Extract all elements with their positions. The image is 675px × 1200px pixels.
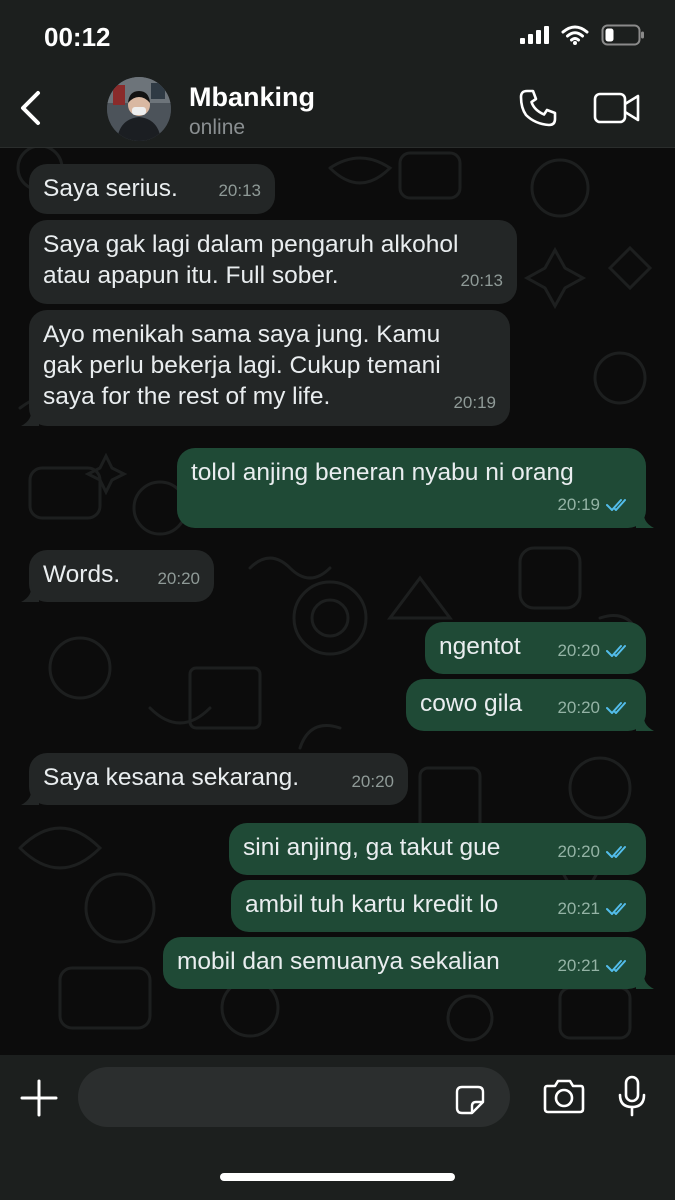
- sticker-button[interactable]: [455, 1085, 485, 1115]
- contact-status: online: [189, 116, 246, 139]
- message-bubble-incoming[interactable]: Ayo menikah sama saya jung. Kamu gak per…: [21, 310, 510, 426]
- double-check-icon: [606, 902, 626, 915]
- bubble-tail: [21, 584, 39, 602]
- message-meta: 20:19: [557, 489, 632, 520]
- status-time: 00:12: [44, 22, 111, 52]
- message-meta: 20:19: [453, 387, 496, 418]
- bubble-tail: [21, 408, 39, 426]
- message-meta: 20:13: [218, 175, 261, 206]
- message-time: 20:13: [460, 271, 503, 290]
- input-bar: [0, 1055, 675, 1200]
- message-meta: 20:13: [460, 265, 503, 296]
- message-input[interactable]: [78, 1067, 510, 1127]
- double-check-icon: [606, 498, 626, 511]
- plus-icon: [20, 1079, 58, 1117]
- chat-header: Mbanking online: [0, 70, 675, 148]
- message-time: 20:20: [157, 569, 200, 588]
- phone-icon: [519, 89, 557, 127]
- message-text: tolol anjing beneran nyabu ni orang: [191, 459, 574, 486]
- video-call-button[interactable]: [593, 90, 641, 126]
- home-indicator[interactable]: [220, 1173, 455, 1181]
- message-time: 20:20: [557, 641, 600, 660]
- message-text: Saya gak lagi dalam pengaruh alkohol ata…: [43, 231, 459, 289]
- status-bar: 00:12: [0, 0, 675, 70]
- double-check-icon: [606, 845, 626, 858]
- message-bubble-outgoing[interactable]: ngentot 20:20: [425, 622, 646, 674]
- message-meta: 20:20: [557, 692, 632, 723]
- message-meta: 20:20: [351, 766, 394, 797]
- message-bubble-incoming[interactable]: Saya serius. 20:13: [29, 164, 275, 214]
- battery-icon: [601, 24, 644, 46]
- back-button[interactable]: [12, 86, 48, 130]
- message-meta: 20:21: [557, 950, 632, 981]
- sticker-icon: [455, 1085, 485, 1115]
- wifi-icon: [561, 25, 589, 45]
- voice-call-button[interactable]: [518, 88, 558, 128]
- chat-area[interactable]: Saya serius. 20:13 Saya gak lagi dalam p…: [0, 148, 675, 1055]
- message-time: 20:19: [557, 495, 600, 514]
- avatar-photo: [107, 77, 171, 141]
- attach-button[interactable]: [20, 1079, 58, 1117]
- message-meta: 20:21: [557, 893, 632, 924]
- message-meta: 20:20: [157, 563, 200, 594]
- camera-button[interactable]: [543, 1077, 585, 1115]
- contact-name[interactable]: Mbanking: [189, 82, 315, 113]
- message-bubble-incoming[interactable]: Saya gak lagi dalam pengaruh alkohol ata…: [29, 220, 517, 304]
- message-time: 20:20: [351, 772, 394, 791]
- message-bubble-outgoing[interactable]: ambil tuh kartu kredit lo 20:21: [231, 880, 646, 932]
- bubble-tail: [636, 971, 654, 989]
- message-time: 20:21: [557, 899, 600, 918]
- bubble-tail: [636, 713, 654, 731]
- video-camera-icon: [593, 92, 640, 124]
- double-check-icon: [606, 959, 626, 972]
- message-bubble-outgoing[interactable]: sini anjing, ga takut gue 20:20: [229, 823, 646, 875]
- bubble-tail: [21, 787, 39, 805]
- message-time: 20:20: [557, 698, 600, 717]
- message-time: 20:21: [557, 956, 600, 975]
- message-time: 20:19: [453, 393, 496, 412]
- status-icons: [520, 24, 645, 46]
- microphone-icon: [618, 1075, 646, 1117]
- message-text: Saya kesana sekarang.: [43, 764, 300, 791]
- double-check-icon: [606, 701, 626, 714]
- message-bubble-incoming[interactable]: Words. 20:20: [21, 550, 214, 602]
- avatar[interactable]: [107, 77, 171, 141]
- message-meta: 20:20: [557, 635, 632, 666]
- message-bubble-outgoing[interactable]: mobil dan semuanya sekalian 20:21: [163, 937, 654, 989]
- camera-icon: [543, 1079, 585, 1114]
- chevron-left-icon: [21, 91, 40, 125]
- signal-icon: [520, 26, 549, 44]
- message-bubble-outgoing[interactable]: tolol anjing beneran nyabu ni orang 20:1…: [177, 448, 654, 528]
- message-bubble-outgoing[interactable]: cowo gila 20:20: [406, 679, 654, 731]
- message-meta: 20:20: [557, 836, 632, 867]
- message-time: 20:13: [218, 181, 261, 200]
- double-check-icon: [606, 644, 626, 657]
- message-bubble-incoming[interactable]: Saya kesana sekarang. 20:20: [21, 753, 408, 805]
- message-time: 20:20: [557, 842, 600, 861]
- bubble-tail: [636, 510, 654, 528]
- message-text: Ayo menikah sama saya jung. Kamu gak per…: [43, 321, 441, 410]
- microphone-button[interactable]: [617, 1075, 647, 1117]
